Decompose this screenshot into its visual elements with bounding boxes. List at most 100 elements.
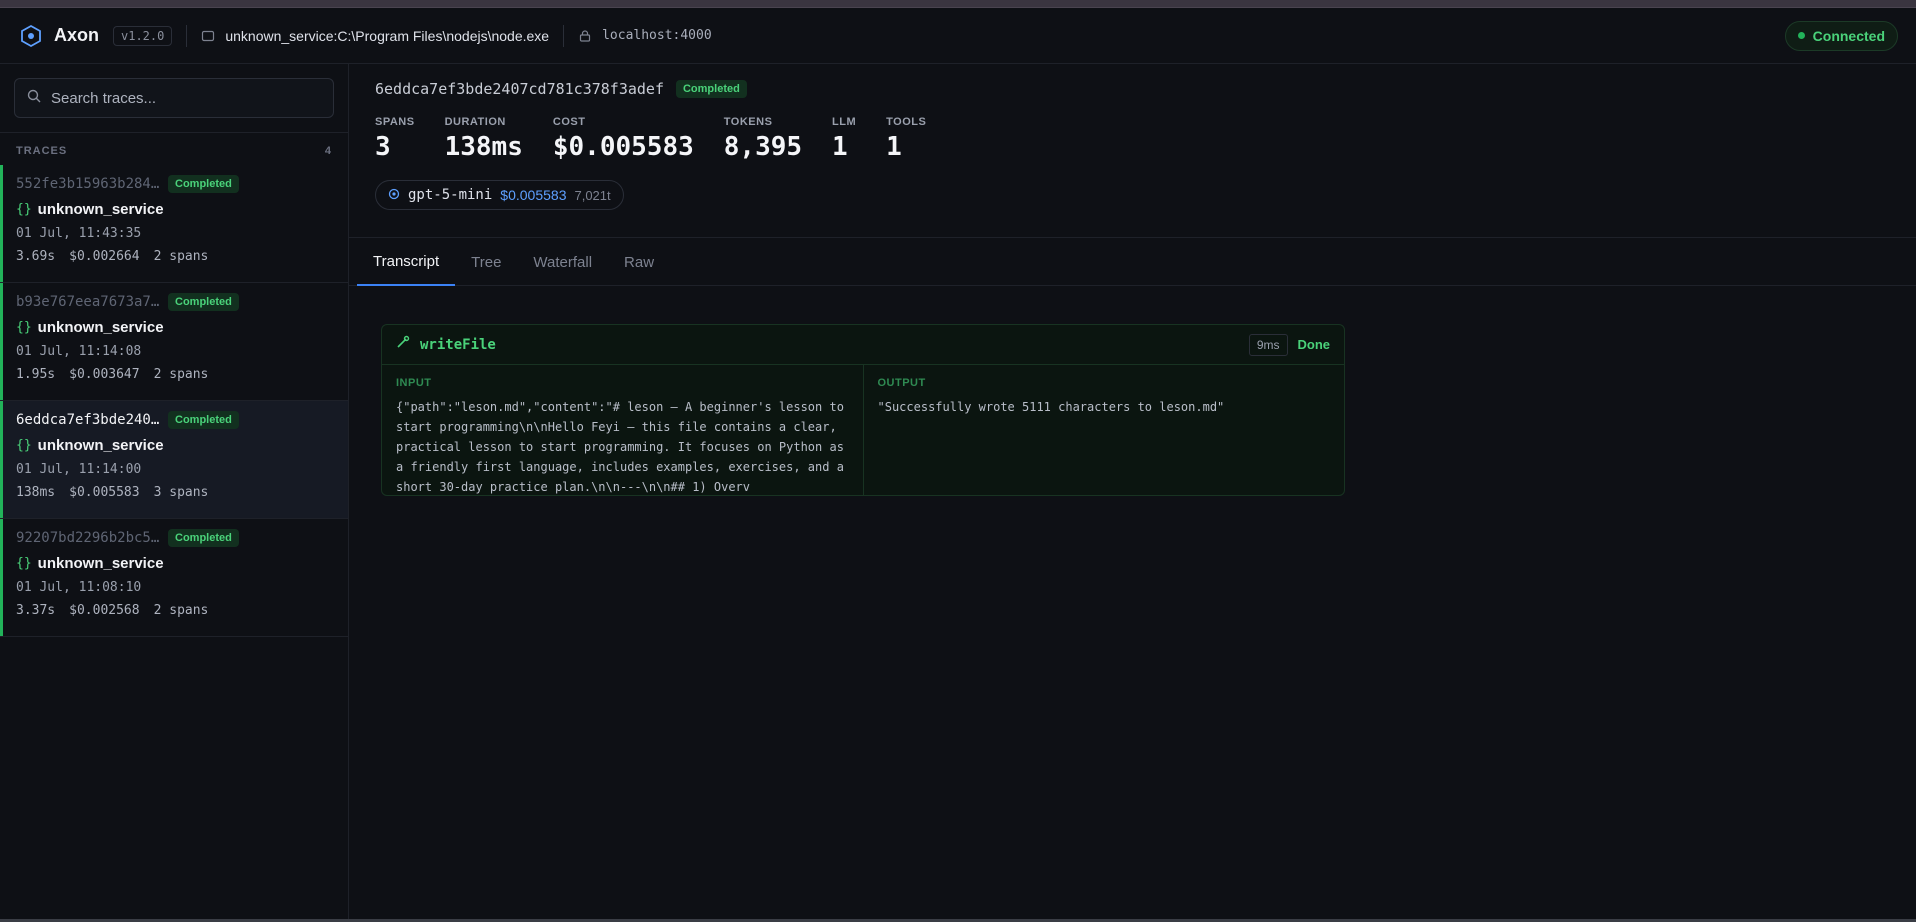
sidebar: TRACES 4 552fe3b15963b284… Completed {} u… xyxy=(0,64,349,922)
trace-time: 01 Jul, 11:43:35 xyxy=(16,226,142,241)
tool-name: writeFile xyxy=(420,336,496,353)
trace-cost: $0.002664 xyxy=(69,249,140,264)
stat-label: TOOLS xyxy=(886,116,927,128)
trace-duration: 138ms xyxy=(16,485,56,500)
search-container xyxy=(0,64,348,133)
trace-duration: 1.95s xyxy=(16,367,56,382)
trace-duration: 3.37s xyxy=(16,603,56,618)
host-info: localhost:4000 xyxy=(578,28,712,43)
trace-spans: 2 spans xyxy=(153,367,209,382)
version-badge: v1.2.0 xyxy=(113,25,173,46)
trace-summary: 6eddca7ef3bde2407cd781c378f3adef Complet… xyxy=(349,64,1916,238)
stat-value: 138ms xyxy=(444,132,523,162)
wrench-icon xyxy=(396,335,410,354)
traces-count: 4 xyxy=(324,145,332,157)
trace-time: 01 Jul, 11:08:10 xyxy=(16,580,142,595)
trace-duration: 3.69s xyxy=(16,249,56,264)
model-chip[interactable]: gpt-5-mini $0.005583 7,021t xyxy=(375,180,624,210)
trace-time: 01 Jul, 11:14:08 xyxy=(16,344,142,359)
stat-value: 1 xyxy=(886,132,902,162)
tool-call-header[interactable]: writeFile 9ms Done xyxy=(382,325,1344,365)
output-label: OUTPUT xyxy=(877,377,926,389)
braces-icon: {} xyxy=(16,556,32,571)
stat-label: COST xyxy=(552,116,586,128)
trace-list-item[interactable]: 92207bd2296b2bc5… Completed {} unknown_se… xyxy=(0,519,348,637)
tab-waterfall[interactable]: Waterfall xyxy=(517,238,608,286)
stat-tools: TOOLS 1 xyxy=(886,116,926,162)
stat-label: DURATION xyxy=(444,116,506,128)
trace-id: 6eddca7ef3bde240… xyxy=(16,412,160,428)
traces-header: TRACES 4 xyxy=(0,133,348,165)
stats-row: SPANS 3 DURATION 138ms COST $0.005583 TO… xyxy=(375,116,1890,162)
tool-duration: 9ms xyxy=(1248,333,1288,356)
trace-id: 92207bd2296b2bc5… xyxy=(16,530,160,546)
tab-tree[interactable]: Tree xyxy=(455,238,517,286)
search-icon xyxy=(27,89,41,108)
traces-label: TRACES xyxy=(16,145,68,157)
tool-input: INPUT {"path":"leson.md","content":"# le… xyxy=(382,365,863,495)
braces-icon: {} xyxy=(16,320,32,335)
axon-logo-icon xyxy=(18,23,44,49)
status-dot-icon xyxy=(1797,32,1805,39)
service-path-text: unknown_service:C:\Program Files\nodejs\… xyxy=(225,27,550,44)
model-cost: $0.005583 xyxy=(500,187,567,203)
trace-title: 6eddca7ef3bde2407cd781c378f3adef xyxy=(375,80,664,98)
search-box[interactable] xyxy=(14,78,334,118)
service-name: unknown_service xyxy=(37,555,164,572)
stat-cost: COST $0.005583 xyxy=(553,116,694,162)
trace-list-item-selected[interactable]: 6eddca7ef3bde240… Completed {} unknown_se… xyxy=(0,401,348,519)
service-path: unknown_service:C:\Program Files\nodejs\… xyxy=(201,28,549,44)
service-name: unknown_service xyxy=(37,437,164,454)
stat-label: LLM xyxy=(832,116,857,128)
stat-tokens: TOKENS 8,395 xyxy=(724,116,802,162)
header-divider xyxy=(186,24,188,47)
tab-transcript[interactable]: Transcript xyxy=(357,238,456,286)
brand-name: Axon xyxy=(54,25,99,45)
trace-list-item[interactable]: b93e767eea7673a7… Completed {} unknown_se… xyxy=(0,283,348,401)
header-divider xyxy=(563,24,565,47)
stat-value: $0.005583 xyxy=(552,132,694,162)
trace-spans: 3 spans xyxy=(153,485,209,500)
connection-status-text: Connected xyxy=(1812,27,1885,44)
tool-status: Done xyxy=(1297,337,1331,352)
trace-cost: $0.002568 xyxy=(69,603,140,618)
input-text: {"path":"leson.md","content":"# leson — … xyxy=(396,400,844,494)
stat-duration: DURATION 138ms xyxy=(445,116,523,162)
output-text: "Successfully wrote 5111 characters to l… xyxy=(877,400,1225,414)
stat-value: 1 xyxy=(832,132,848,162)
trace-list-item[interactable]: 552fe3b15963b284… Completed {} unknown_se… xyxy=(0,165,348,283)
stat-value: 8,395 xyxy=(723,132,803,162)
tool-output: OUTPUT "Successfully wrote 5111 characte… xyxy=(862,365,1345,495)
trace-id: 552fe3b15963b284… xyxy=(16,176,160,192)
stat-label: SPANS xyxy=(375,116,415,128)
braces-icon: {} xyxy=(16,438,32,453)
status-badge: Completed xyxy=(168,411,239,429)
braces-icon: {} xyxy=(16,202,32,217)
host-text: localhost:4000 xyxy=(602,28,712,43)
connection-status: Connected xyxy=(1784,20,1898,51)
app-header: Axon v1.2.0 unknown_service:C:\Program F… xyxy=(0,8,1916,64)
stat-spans: SPANS 3 xyxy=(375,116,415,162)
search-input[interactable] xyxy=(51,89,321,107)
stat-label: TOKENS xyxy=(723,116,773,128)
trace-detail: 6eddca7ef3bde2407cd781c378f3adef Complet… xyxy=(349,64,1916,922)
input-label: INPUT xyxy=(396,377,432,389)
folder-icon xyxy=(201,29,215,43)
tool-call-card: writeFile 9ms Done INPUT {"path":"leson.… xyxy=(381,324,1345,496)
lock-icon xyxy=(578,29,592,43)
trace-cost: $0.003647 xyxy=(69,367,140,382)
model-name: gpt-5-mini xyxy=(408,187,493,203)
trace-time: 01 Jul, 11:14:00 xyxy=(16,462,142,477)
transcript-panel: writeFile 9ms Done INPUT {"path":"leson.… xyxy=(349,286,1916,534)
status-badge: Completed xyxy=(168,175,239,193)
tab-raw[interactable]: Raw xyxy=(608,238,670,286)
trace-id: b93e767eea7673a7… xyxy=(16,294,160,310)
detail-tabs: Transcript Tree Waterfall Raw xyxy=(349,238,1916,286)
model-tokens: 7,021t xyxy=(574,187,611,203)
status-badge: Completed xyxy=(168,293,239,311)
model-icon xyxy=(388,187,400,203)
trace-cost: $0.005583 xyxy=(69,485,140,500)
tool-io: INPUT {"path":"leson.md","content":"# le… xyxy=(382,365,1344,495)
stat-value: 3 xyxy=(375,132,391,162)
window-top-strip xyxy=(0,0,1916,8)
